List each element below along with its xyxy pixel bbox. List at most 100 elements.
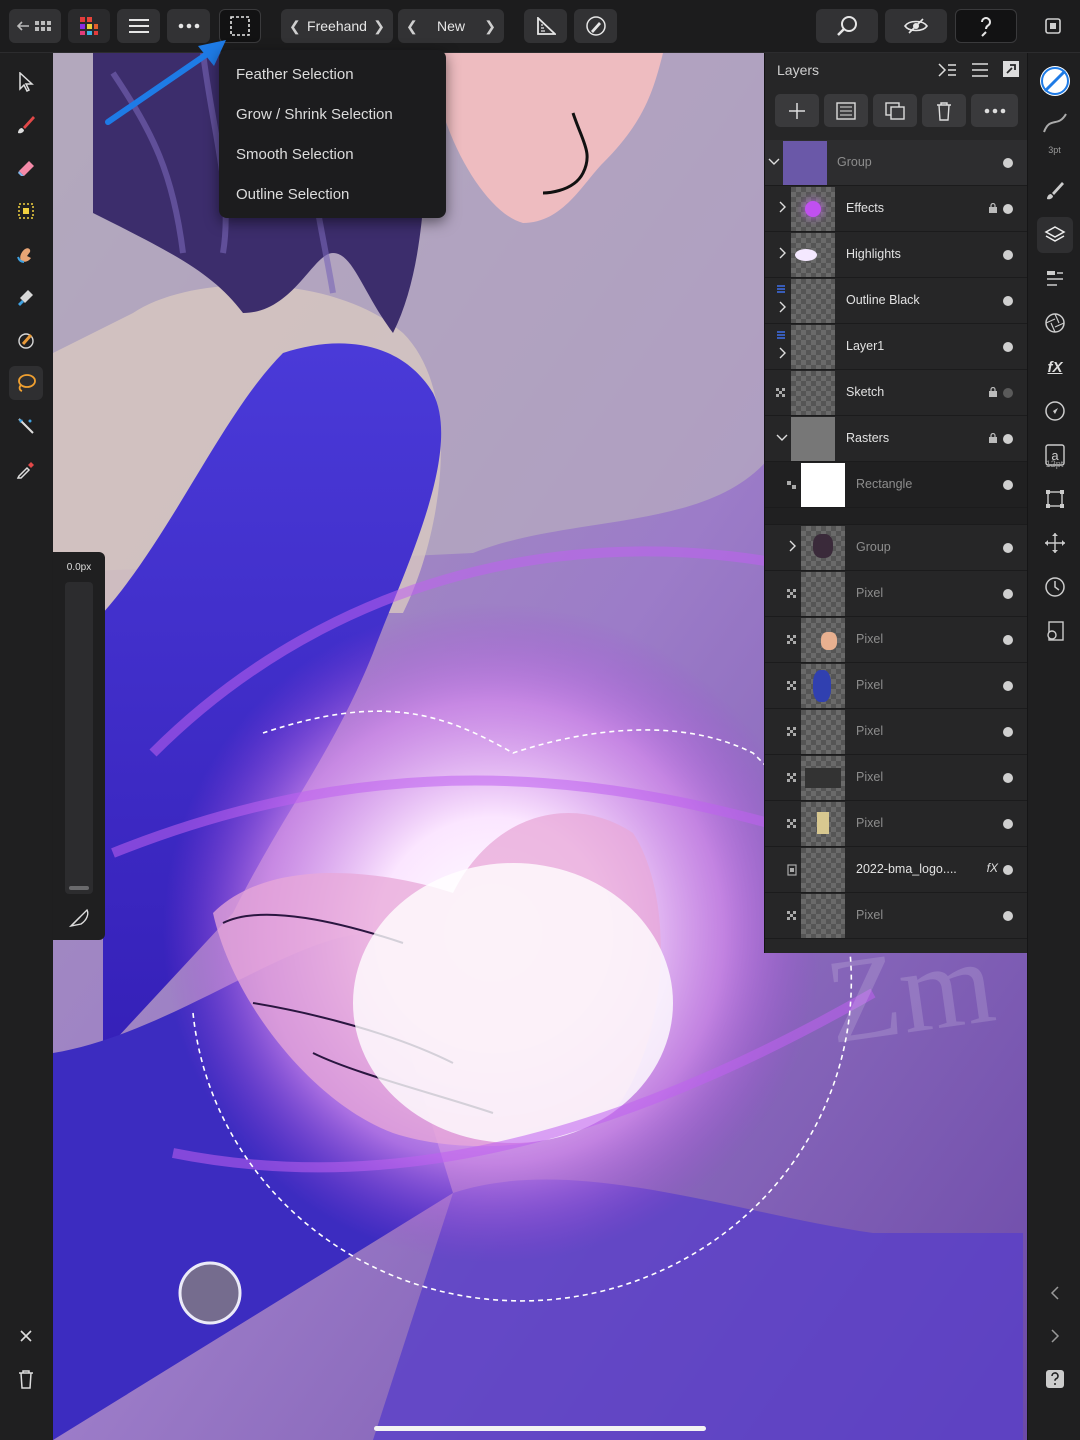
lock-icon[interactable] [989,387,997,397]
layer-row[interactable]: Group [765,140,1028,186]
chevron-right-icon[interactable] [775,200,789,214]
flood-select-tool[interactable] [9,194,43,228]
layer-row[interactable]: Group [765,525,1028,571]
refine-edges-button[interactable] [574,9,617,43]
next-button[interactable] [1037,1318,1073,1354]
chevron-right-icon[interactable]: ❯ [484,18,496,35]
chevron-right-icon[interactable] [775,246,789,260]
visibility-toggle[interactable] [1003,296,1013,306]
pin-panel-icon[interactable] [1002,60,1020,78]
visibility-toggle[interactable] [1003,865,1013,875]
brush-size-slider[interactable]: 0.0px [53,552,105,940]
selection-mode-selector[interactable]: ❮ Freehand ❯ [281,9,393,43]
navigator-button[interactable] [1037,393,1073,429]
layer-row[interactable]: Rasters [765,416,1028,462]
visibility-toggle[interactable] [1003,681,1013,691]
layers-panel-button[interactable] [1037,217,1073,253]
visibility-toggle[interactable] [1003,543,1013,553]
visibility-toggle[interactable] [1003,250,1013,260]
delete-layer-button[interactable] [922,94,966,127]
visibility-toggle[interactable] [1003,727,1013,737]
live-filters-button[interactable] [1037,305,1073,341]
selection-type-selector[interactable]: ❮ New ❯ [398,9,504,43]
chevron-right-icon[interactable]: ❯ [373,18,385,35]
lock-icon[interactable] [989,203,997,213]
brushes-panel-button[interactable] [1037,173,1073,209]
snapping-button[interactable] [524,9,567,43]
stroke-width-button[interactable] [1037,105,1073,141]
zoom-view-button[interactable] [816,9,878,43]
history-panel-button[interactable] [1037,569,1073,605]
layer-row[interactable]: Pixel [765,755,1028,801]
feather-selection-item[interactable]: Feather Selection [236,66,354,83]
layer-row[interactable]: Rectangle [765,462,1028,508]
layer-row[interactable]: Sketch [765,370,1028,416]
chevron-down-icon[interactable] [775,430,789,444]
fx-icon[interactable]: fX [987,861,998,875]
adjustments-panel-button[interactable] [1037,261,1073,297]
previous-button[interactable] [1037,1275,1073,1311]
move-tool[interactable] [9,65,43,99]
visibility-toggle[interactable] [1003,589,1013,599]
grow-shrink-selection-item[interactable]: Grow / Shrink Selection [236,106,393,123]
visibility-toggle[interactable] [1003,388,1013,398]
collapse-panel-icon[interactable] [938,62,956,78]
transform-panel-button[interactable] [1037,481,1073,517]
layer-row[interactable]: Highlights [765,232,1028,278]
chevron-right-icon[interactable] [785,539,799,553]
layer-row[interactable]: Outline Black [765,278,1028,324]
layer-row[interactable]: Layer1 [765,324,1028,370]
color-swatch-button[interactable] [1037,63,1073,99]
delete-button[interactable] [9,1362,43,1396]
add-mask-button[interactable] [824,94,868,127]
selection-brush-tool[interactable] [9,409,43,443]
layer-row[interactable]: Pixel [765,801,1028,847]
visibility-toggle[interactable] [1003,342,1013,352]
chevron-right-icon[interactable] [775,300,789,314]
visibility-toggle[interactable] [1003,773,1013,783]
layer-row[interactable]: 2022-bma_logo.... fX [765,847,1028,893]
smooth-selection-item[interactable]: Smooth Selection [236,146,354,163]
eraser-tool[interactable] [9,151,43,185]
lock-icon[interactable] [989,433,997,443]
freehand-selection-tool[interactable] [9,366,43,400]
visibility-toggle[interactable] [1003,204,1013,214]
clone-tool[interactable] [9,280,43,314]
color-picker-tool[interactable] [9,452,43,486]
chevron-right-icon[interactable] [775,346,789,360]
view-quality-button[interactable] [885,9,947,43]
paint-brush-tool[interactable] [9,108,43,142]
layer-row[interactable]: Pixel [765,571,1028,617]
context-help-button[interactable] [955,9,1017,43]
slider-track[interactable] [65,582,93,894]
layer-row[interactable]: Pixel [765,617,1028,663]
layer-row[interactable]: Effects [765,186,1028,232]
visibility-toggle[interactable] [1003,158,1013,168]
chevron-down-icon[interactable] [767,154,781,168]
healing-brush-tool[interactable] [9,323,43,357]
visibility-toggle[interactable] [1003,819,1013,829]
pressure-button[interactable] [67,904,93,935]
outline-selection-item[interactable]: Outline Selection [236,186,349,203]
add-layer-button[interactable] [775,94,819,127]
slider-handle[interactable] [69,886,89,890]
layer-row[interactable]: Pixel [765,663,1028,709]
visibility-toggle[interactable] [1003,911,1013,921]
visibility-toggle[interactable] [1003,480,1013,490]
panel-menu-icon[interactable] [971,62,989,78]
layer-row[interactable]: Pixel [765,709,1028,755]
document-settings-button[interactable] [1037,613,1073,649]
effects-panel-button[interactable]: fX [1037,349,1073,385]
chevron-left-icon[interactable]: ❮ [289,18,301,35]
smudge-tool[interactable] [9,237,43,271]
close-context-button[interactable] [9,1319,43,1353]
move-panel-button[interactable] [1037,525,1073,561]
duplicate-layer-button[interactable] [873,94,917,127]
layer-options-button[interactable] [971,94,1018,127]
chevron-left-icon[interactable]: ❮ [406,18,418,35]
fullscreen-button[interactable] [1036,9,1070,43]
back-to-gallery-button[interactable] [9,9,61,43]
visibility-toggle[interactable] [1003,635,1013,645]
help-button[interactable] [1037,1361,1073,1397]
layer-row[interactable]: Pixel [765,893,1028,939]
